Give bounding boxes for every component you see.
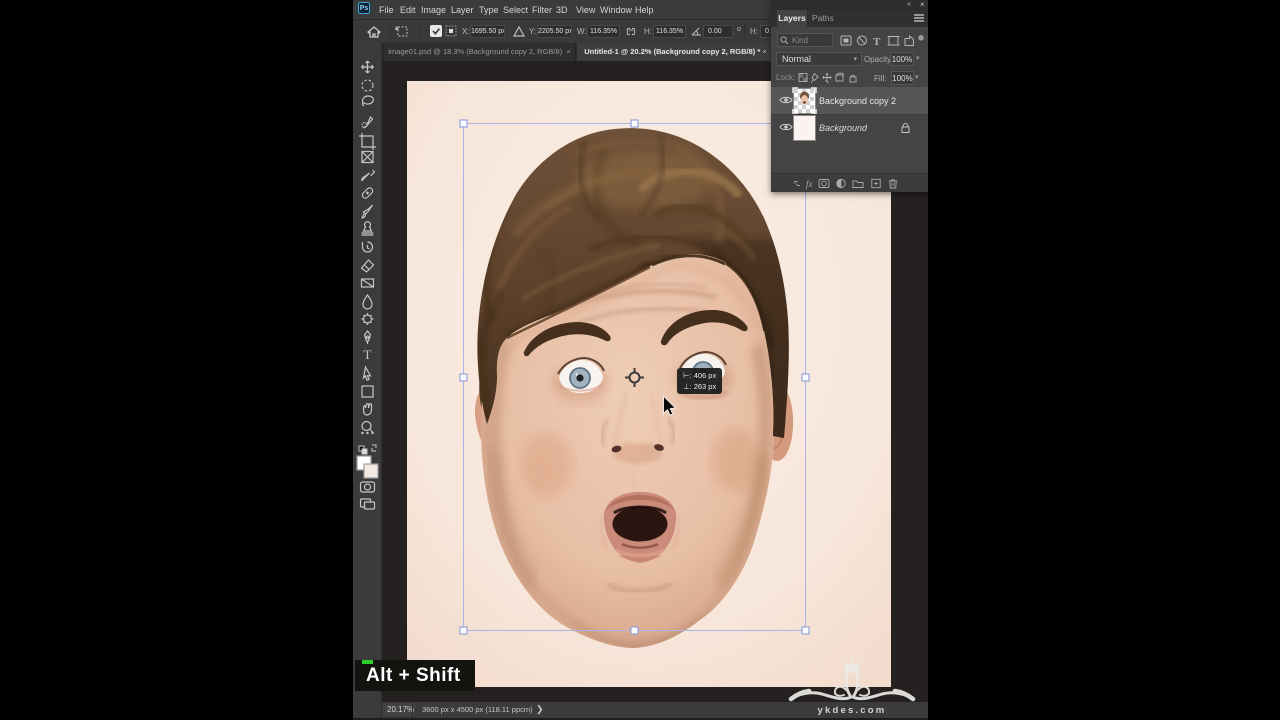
svg-text:fx: fx <box>806 179 813 189</box>
svg-text:T: T <box>873 36 881 47</box>
svg-text:⊢: 406 px: ⊢: 406 px <box>683 371 716 380</box>
svg-text:ykdes.com: ykdes.com <box>818 705 887 716</box>
svg-text:T: T <box>364 347 372 362</box>
svg-text:⊥: 263 px: ⊥: 263 px <box>683 382 716 391</box>
